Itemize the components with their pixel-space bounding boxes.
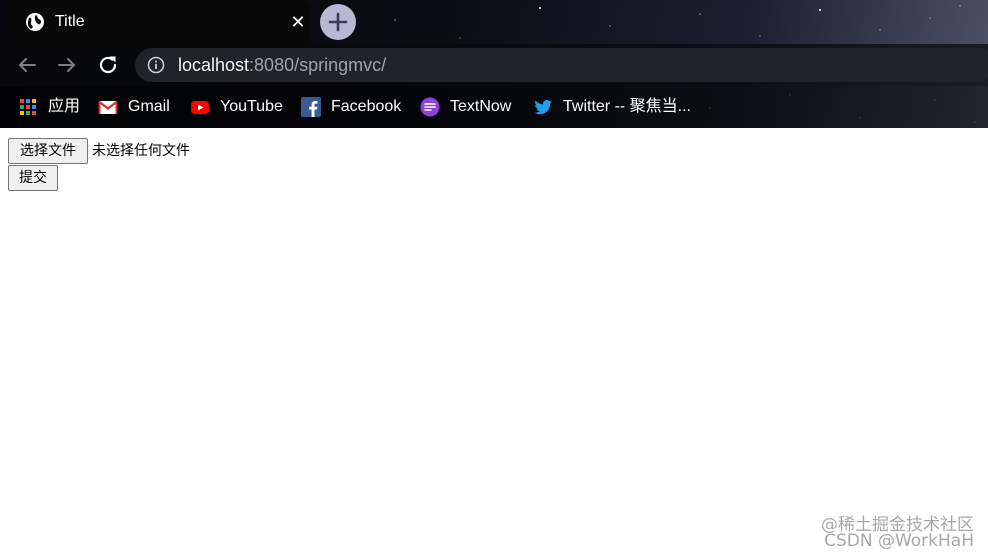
info-icon[interactable] xyxy=(147,56,165,74)
textnow-icon xyxy=(420,97,440,117)
gmail-icon xyxy=(98,101,118,114)
bookmark-apps[interactable]: 应用 xyxy=(18,86,80,128)
browser-tab-active[interactable]: Title ✕ xyxy=(8,0,310,44)
bookmark-label: Gmail xyxy=(128,98,170,115)
bookmark-textnow[interactable]: TextNow xyxy=(420,86,511,128)
bookmark-youtube[interactable]: YouTube xyxy=(190,86,283,128)
url-host: localhost xyxy=(178,55,250,75)
tab-close-icon[interactable]: ✕ xyxy=(286,10,310,34)
file-status-text: 未选择任何文件 xyxy=(92,143,190,159)
bookmark-label: 应用 xyxy=(48,98,81,115)
bookmark-label: YouTube xyxy=(220,98,283,115)
globe-icon xyxy=(26,13,44,31)
new-tab-button[interactable] xyxy=(320,4,356,40)
tab-strip: Title ✕ xyxy=(0,0,988,44)
url-path: :8080/springmvc/ xyxy=(249,55,387,75)
plus-icon xyxy=(328,12,348,32)
browser-chrome: Title ✕ localhost:8080/springmvc/ 应用 Gma… xyxy=(0,0,988,128)
facebook-icon xyxy=(301,97,321,117)
bookmark-label: Facebook xyxy=(331,98,402,115)
apps-grid-icon xyxy=(20,99,36,115)
arrow-left-icon[interactable] xyxy=(15,53,39,77)
bookmark-twitter[interactable]: Twitter -- 聚焦当... xyxy=(533,86,691,128)
arrow-right-icon[interactable] xyxy=(55,53,79,77)
page-content: 选择文件 未选择任何文件 提交 @稀土掘金技术社区 CSDN @WorkHaH xyxy=(0,128,988,555)
choose-file-button[interactable]: 选择文件 xyxy=(8,138,88,164)
twitter-icon xyxy=(534,100,552,115)
bookmark-gmail[interactable]: Gmail xyxy=(98,86,170,128)
watermark-line-2: CSDN @WorkHaH xyxy=(824,531,974,551)
reload-icon[interactable] xyxy=(96,53,120,77)
bookmark-facebook[interactable]: Facebook xyxy=(301,86,401,128)
bookmarks-bar: 应用 Gmail YouTube Facebook TextNow Twitte… xyxy=(0,86,988,128)
bookmark-label: TextNow xyxy=(450,98,512,115)
watermark: @稀土掘金技术社区 CSDN @WorkHaH xyxy=(821,517,974,551)
address-bar[interactable]: localhost:8080/springmvc/ xyxy=(135,48,988,82)
browser-toolbar: localhost:8080/springmvc/ xyxy=(0,44,988,86)
url-text[interactable]: localhost:8080/springmvc/ xyxy=(178,55,386,75)
tab-title: Title xyxy=(55,13,85,30)
bookmark-label: Twitter -- 聚焦当... xyxy=(563,98,692,115)
submit-button[interactable]: 提交 xyxy=(8,165,58,191)
youtube-icon xyxy=(191,101,209,114)
